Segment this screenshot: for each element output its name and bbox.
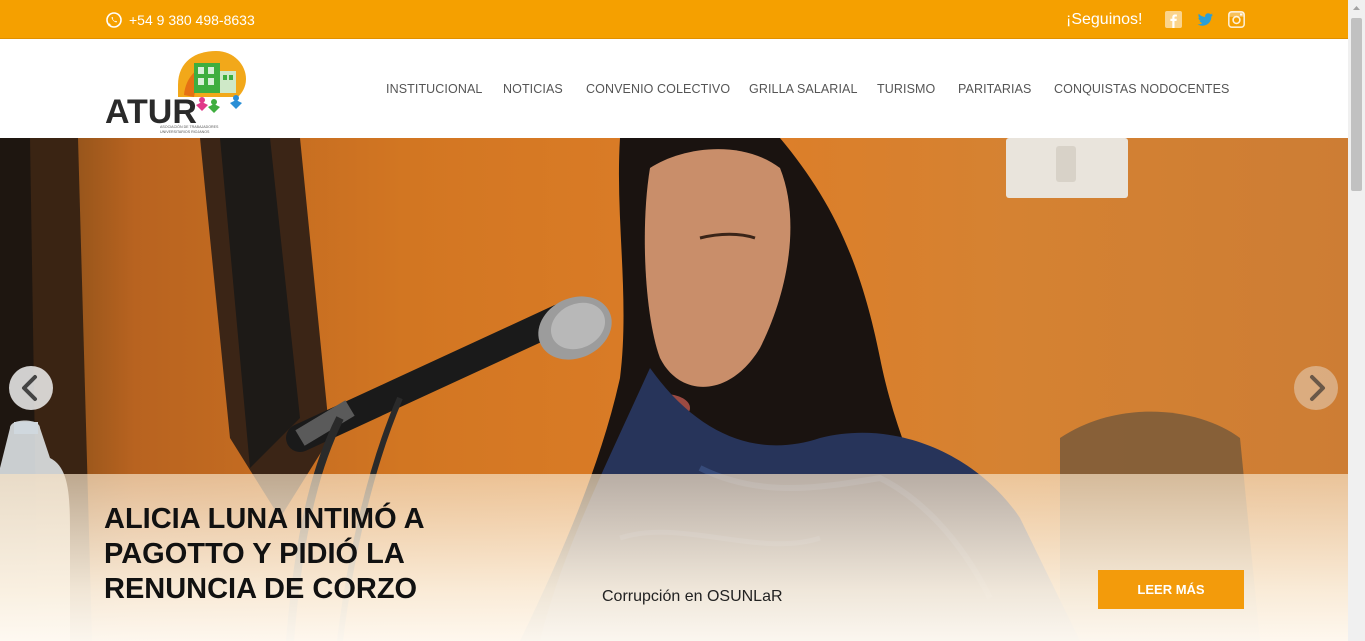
scrollbar-thumb[interactable] <box>1351 18 1362 191</box>
instagram-icon[interactable] <box>1228 11 1245 28</box>
svg-text:UNIVERSITARIOS RIOJANOS: UNIVERSITARIOS RIOJANOS <box>160 130 210 134</box>
top-bar: +54 9 380 498-8633 ¡Seguinos! <box>0 0 1348 39</box>
headline-line: RENUNCIA DE CORZO <box>104 573 418 605</box>
svg-text:ASOCIACIÓN DE TRABAJADORES: ASOCIACIÓN DE TRABAJADORES <box>160 124 219 129</box>
phone-number: +54 9 380 498-8633 <box>129 12 255 28</box>
slide-subtitle: Corrupción en OSUNLaR <box>602 588 783 605</box>
hero-slider: ALICIA LUNA INTIMÓ A PAGOTTO Y PIDIÓ LA … <box>0 138 1348 641</box>
headline-line: ALICIA LUNA INTIMÓ A <box>104 503 425 535</box>
whatsapp-icon <box>106 12 122 28</box>
slide-caption: ALICIA LUNA INTIMÓ A PAGOTTO Y PIDIÓ LA … <box>0 474 1348 641</box>
slide-headline[interactable]: ALICIA LUNA INTIMÓ A PAGOTTO Y PIDIÓ LA … <box>104 502 504 607</box>
follow-label: ¡Seguinos! <box>1066 11 1143 28</box>
chevron-right-icon <box>1310 375 1325 401</box>
nav-noticias[interactable]: NOTICIAS <box>503 82 563 96</box>
nav-conquistas-nodocentes[interactable]: CONQUISTAS NODOCENTES <box>1054 82 1230 96</box>
nav-turismo[interactable]: TURISMO <box>877 82 935 96</box>
scroll-up-icon[interactable] <box>1348 0 1365 17</box>
nav-convenio-colectivo[interactable]: CONVENIO COLECTIVO <box>586 82 730 96</box>
headline-line: PAGOTTO Y PIDIÓ LA <box>104 538 405 570</box>
atur-logo[interactable]: ATUR ASOCIACIÓN DE TRABAJADORES UNIVERSI… <box>104 45 250 137</box>
page-scrollbar[interactable] <box>1348 0 1365 641</box>
next-slide-button[interactable] <box>1294 366 1338 410</box>
nav-grilla-salarial[interactable]: GRILLA SALARIAL <box>749 82 858 96</box>
read-more-button[interactable]: LEER MÁS <box>1098 570 1244 609</box>
chevron-left-icon <box>22 375 37 401</box>
phone-contact[interactable]: +54 9 380 498-8633 <box>106 10 255 30</box>
twitter-icon[interactable] <box>1197 11 1214 28</box>
nav-paritarias[interactable]: PARITARIAS <box>958 82 1031 96</box>
prev-slide-button[interactable] <box>9 366 53 410</box>
site-header: ATUR ASOCIACIÓN DE TRABAJADORES UNIVERSI… <box>0 39 1348 138</box>
facebook-icon[interactable] <box>1165 11 1182 28</box>
nav-institucional[interactable]: INSTITUCIONAL <box>386 82 482 96</box>
